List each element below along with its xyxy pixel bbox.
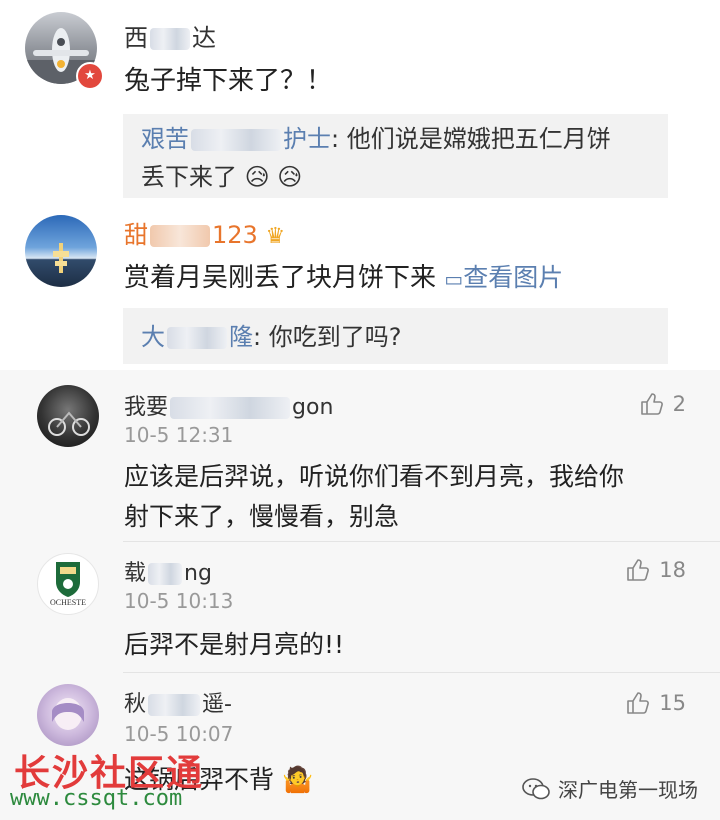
reply-author[interactable]: 大隆 bbox=[141, 323, 253, 351]
like-button[interactable]: 15 bbox=[625, 690, 686, 716]
hot-comment-2: OCHESTE 载 ng 10-5 10:13 18 后羿不是射月亮的!! bbox=[0, 541, 720, 669]
thumbs-up-icon bbox=[627, 692, 650, 714]
username[interactable]: 我要 gon bbox=[124, 389, 333, 421]
thumbs-up-icon bbox=[640, 393, 663, 415]
avatar-text: OCHESTE bbox=[50, 598, 86, 607]
username[interactable]: 载 ng bbox=[124, 555, 212, 587]
hot-comment-1: 我要 gon 10-5 12:31 2 应该是后羿说，听说你们看不到月亮，我给你 … bbox=[0, 375, 720, 535]
shrug-emoji-icon: 🤷 bbox=[281, 765, 314, 794]
username[interactable]: 甜 123 ♛ bbox=[124, 215, 285, 250]
watermark-url: www.cssqt.com bbox=[10, 786, 183, 811]
verified-badge-icon: ★ bbox=[76, 62, 104, 90]
avatar[interactable] bbox=[37, 385, 99, 447]
comment-text: 赏着月吴刚丢了块月饼下来 ▭查看图片 bbox=[124, 263, 564, 293]
reply-box[interactable]: 艰苦 护士: 他们说是嫦娥把五仁月饼 丢下来了 😥 😥 bbox=[123, 114, 668, 198]
comment-2: 甜 123 ♛ 赏着月吴刚丢了块月饼下来 ▭查看图片 大隆: 你吃到了吗? bbox=[0, 205, 720, 370]
reply-text: 丢下来了 bbox=[141, 163, 237, 191]
like-button[interactable]: 18 bbox=[625, 557, 686, 583]
comment-text: 兔子掉下来了？！ bbox=[124, 66, 333, 96]
thumbs-up-icon bbox=[627, 559, 650, 581]
comment-text: 后羿不是射月亮的!! bbox=[124, 630, 345, 659]
username[interactable]: 秋遥- bbox=[124, 686, 232, 718]
anime-girl-icon bbox=[52, 698, 84, 730]
motorcycle-icon bbox=[48, 411, 90, 436]
avatar[interactable] bbox=[25, 215, 97, 287]
view-image-link[interactable]: ▭查看图片 bbox=[444, 263, 563, 292]
avatar[interactable] bbox=[37, 684, 99, 746]
timestamp: 10-5 10:13 bbox=[124, 589, 234, 613]
comment-text: 射下来了，慢慢看，别急 bbox=[124, 502, 400, 531]
username[interactable]: 西达 bbox=[124, 18, 216, 53]
wechat-account: 深广电第一现场 bbox=[522, 774, 698, 803]
crown-icon: ♛ bbox=[265, 224, 286, 249]
reply-box[interactable]: 大隆: 你吃到了吗? bbox=[123, 308, 668, 364]
comment-text: 应该是后羿说，听说你们看不到月亮，我给你 bbox=[124, 462, 625, 491]
reply-text: 他们说是嫦娥把五仁月饼 bbox=[346, 125, 611, 153]
face-emoji-icon: 😥 😥 bbox=[244, 163, 303, 191]
comment-1: ★ 西达 兔子掉下来了？！ 艰苦 护士: 他们说是嫦娥把五仁月饼 丢下来了 😥 😥 bbox=[0, 0, 720, 205]
timestamp: 10-5 12:31 bbox=[124, 423, 234, 447]
reply-author[interactable]: 艰苦 护士 bbox=[141, 125, 331, 153]
image-icon: ▭ bbox=[444, 267, 464, 291]
pagoda-icon bbox=[53, 243, 69, 273]
wechat-icon bbox=[522, 777, 550, 799]
avatar[interactable]: OCHESTE bbox=[37, 553, 99, 615]
like-button[interactable]: 2 bbox=[639, 391, 686, 417]
reply-text: 你吃到了吗? bbox=[268, 323, 402, 351]
timestamp: 10-5 10:07 bbox=[124, 722, 234, 746]
